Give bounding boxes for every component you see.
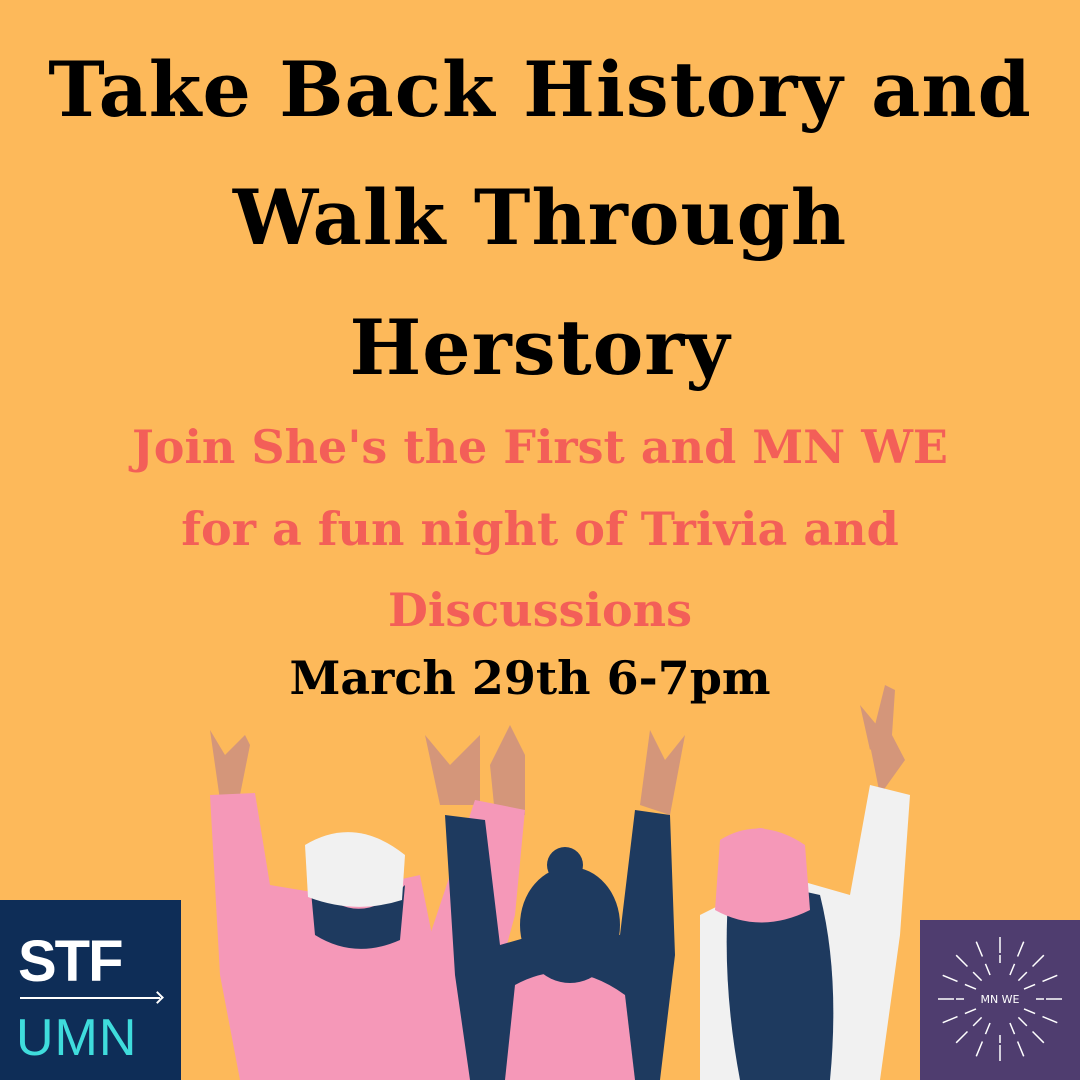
sunburst-ray <box>1023 983 1036 990</box>
title-line-1: Take Back History and <box>48 45 1032 134</box>
subtitle-line-2: for a fun night of Trivia and <box>181 502 899 556</box>
sunburst-ray <box>984 963 991 976</box>
sunburst-ray <box>1009 963 1016 976</box>
arrow-icon <box>20 997 160 999</box>
sunburst-ray <box>1016 1041 1025 1057</box>
sunburst-ray <box>1042 974 1058 983</box>
sunburst-ray <box>975 941 984 957</box>
title-line-3: Herstory <box>349 303 731 392</box>
sunburst-ray <box>1017 971 1028 982</box>
sunburst-ray <box>964 983 977 990</box>
mn-we-logo: MN WE <box>920 920 1080 1080</box>
subtitle-line-3: Discussions <box>387 583 692 637</box>
sunburst-ray <box>975 1041 984 1057</box>
sunburst-ray <box>942 1015 958 1024</box>
stf-logo-bottom: UMN <box>16 1009 138 1067</box>
title-line-2: Walk Through <box>232 173 848 262</box>
sunburst-ray <box>1017 1016 1028 1027</box>
subtitle-line-1: Join She's the First and MN WE <box>132 420 948 474</box>
mn-we-logo-text: MN WE <box>980 993 1020 1006</box>
sunburst-ray <box>1042 1015 1058 1024</box>
sunburst-ray <box>1023 1008 1036 1015</box>
sunburst-ray <box>984 1022 991 1035</box>
sunburst-ray <box>1031 1030 1045 1044</box>
stf-umn-logo: STF UMN <box>0 900 181 1080</box>
stf-logo-top: STF <box>18 929 124 994</box>
sunburst-ray <box>1016 941 1025 957</box>
sunburst-ray <box>1031 954 1045 968</box>
sunburst-ray <box>1009 1022 1016 1035</box>
sunburst-ray <box>972 1016 983 1027</box>
sunburst-ray <box>942 974 958 983</box>
sunburst-ray <box>964 1008 977 1015</box>
sunburst-ray <box>955 954 969 968</box>
women-cheering-illustration <box>210 685 910 1080</box>
sunburst-ray <box>955 1030 969 1044</box>
person-middle <box>445 730 685 1080</box>
person-right <box>700 685 910 1080</box>
sunburst-ray <box>972 971 983 982</box>
